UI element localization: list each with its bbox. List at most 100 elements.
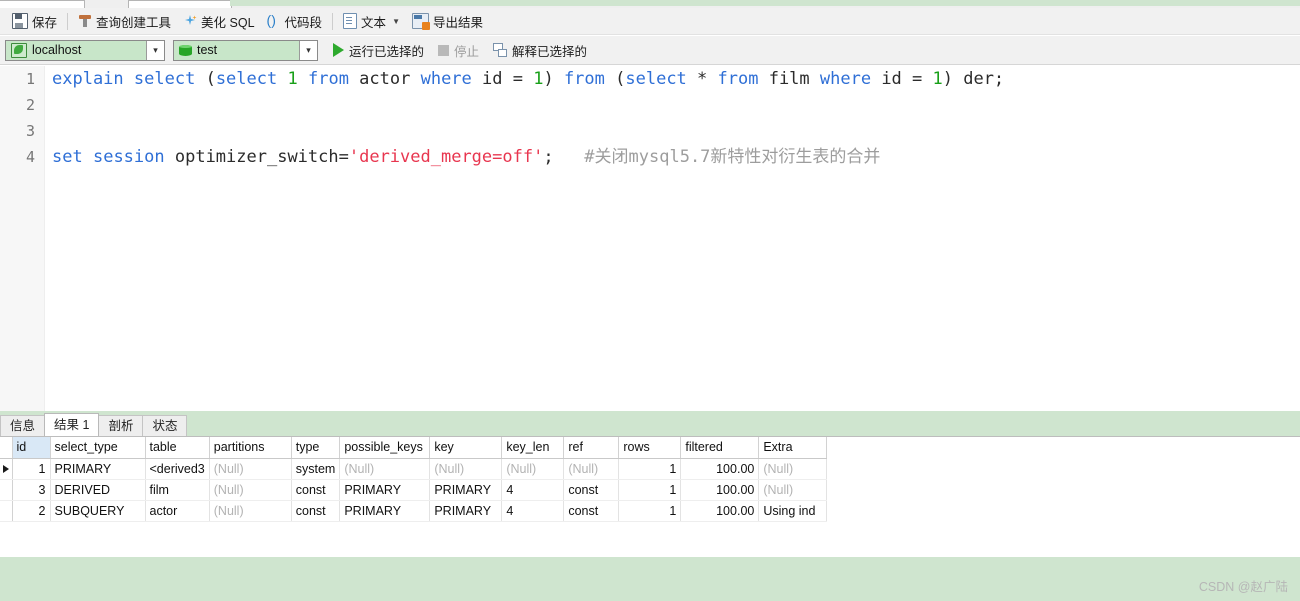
cell-select_type[interactable]: SUBQUERY: [50, 500, 146, 522]
stop-button[interactable]: 停止: [431, 39, 486, 61]
cell-id[interactable]: 3: [12, 479, 51, 501]
cell-ref[interactable]: const: [563, 500, 620, 522]
column-header-key_len[interactable]: key_len: [501, 437, 565, 459]
host-select-chevron-down-icon[interactable]: ▾: [146, 40, 164, 60]
code-token: from: [307, 69, 349, 89]
table-row[interactable]: 2 SUBQUERY actor (Null) const PRIMARY PRIMARY 4…: [0, 500, 828, 522]
results-tab-3[interactable]: 剖析: [98, 415, 144, 436]
cell-ref[interactable]: const: [563, 479, 620, 501]
chevron-down-icon[interactable]: ▼: [392, 17, 400, 26]
database-select[interactable]: test ▾: [173, 39, 318, 61]
cell-partitions[interactable]: (Null): [209, 458, 292, 480]
export-result-button[interactable]: 导出结果: [406, 10, 489, 32]
run-selected-button[interactable]: 运行已选择的: [326, 39, 431, 61]
cell-Extra[interactable]: Using ind: [758, 500, 828, 522]
editor-line[interactable]: [44, 118, 1300, 144]
cell-type[interactable]: const: [291, 500, 341, 522]
code-token: from: [717, 69, 759, 89]
column-header-possible_keys[interactable]: possible_keys: [339, 437, 431, 459]
cell-select_type[interactable]: PRIMARY: [50, 458, 146, 480]
cell-id[interactable]: 1: [12, 458, 51, 480]
row-marker-header: [0, 437, 13, 459]
code-snippet-label: 代码段: [284, 15, 323, 30]
toolbar-separator-2: [332, 12, 334, 30]
code-token: 1: [533, 69, 544, 89]
cell-Extra[interactable]: (Null): [758, 458, 828, 480]
save-button[interactable]: 保存: [6, 10, 63, 32]
cell-table[interactable]: <derived3: [145, 458, 210, 480]
cell-filtered[interactable]: 100.00: [680, 458, 760, 480]
column-header-id[interactable]: id: [12, 437, 51, 459]
export-result-label: 导出结果: [432, 15, 483, 30]
cell-rows[interactable]: 1: [618, 479, 682, 501]
column-header-table[interactable]: table: [145, 437, 210, 459]
database-icon: [179, 44, 192, 57]
column-header-partitions[interactable]: partitions: [209, 437, 292, 459]
save-button-label: 保存: [32, 15, 58, 30]
results-tab-1[interactable]: 信息: [0, 415, 46, 436]
row-marker[interactable]: [0, 500, 13, 522]
table-row[interactable]: 1 PRIMARY <derived3 (Null) system (Null) (Null…: [0, 458, 828, 480]
editor-line[interactable]: explain select (select 1 from actor wher…: [44, 66, 1300, 92]
cell-table[interactable]: actor: [145, 500, 210, 522]
column-header-select_type[interactable]: select_type: [50, 437, 146, 459]
code-snippet-button[interactable]: () 代码段: [261, 10, 329, 32]
editor-code-area[interactable]: explain select (select 1 from actor wher…: [44, 66, 1300, 411]
code-token: ) der;: [942, 69, 1005, 89]
cell-partitions[interactable]: (Null): [209, 479, 292, 501]
row-marker[interactable]: [0, 479, 13, 501]
text-mode-button[interactable]: 文本 ▼: [337, 10, 406, 32]
editor-line[interactable]: [44, 92, 1300, 118]
results-tab-4[interactable]: 状态: [142, 415, 188, 436]
cell-ref[interactable]: (Null): [563, 458, 620, 480]
editor-line[interactable]: set session optimizer_switch='derived_me…: [44, 144, 1300, 170]
code-token: (: [604, 69, 626, 89]
code-token: where: [420, 69, 472, 89]
cell-rows[interactable]: 1: [618, 500, 682, 522]
cell-key[interactable]: (Null): [429, 458, 503, 480]
cell-select_type[interactable]: DERIVED: [50, 479, 146, 501]
beautify-sql-button[interactable]: 美化 SQL: [177, 10, 261, 32]
results-grid[interactable]: id select_type table partitions type possible…: [0, 436, 1300, 557]
cell-table[interactable]: film: [145, 479, 210, 501]
database-select-chevron-down-icon[interactable]: ▾: [299, 40, 317, 60]
cell-key[interactable]: PRIMARY: [429, 500, 503, 522]
editor-tab-remnant-1[interactable]: [0, 0, 85, 8]
cell-key_len[interactable]: (Null): [501, 458, 565, 480]
code-token: actor: [348, 69, 421, 89]
column-header-rows[interactable]: rows: [618, 437, 682, 459]
column-header-filtered[interactable]: filtered: [680, 437, 760, 459]
cell-filtered[interactable]: 100.00: [680, 500, 760, 522]
code-token: ;: [543, 147, 554, 167]
cell-key[interactable]: PRIMARY: [429, 479, 503, 501]
cell-key_len[interactable]: 4: [501, 500, 565, 522]
line-number: 3: [25, 122, 35, 140]
cell-possible_keys[interactable]: (Null): [339, 458, 431, 480]
row-marker[interactable]: [0, 458, 13, 480]
cell-key_len[interactable]: 4: [501, 479, 565, 501]
cell-Extra[interactable]: (Null): [758, 479, 828, 501]
cell-id[interactable]: 2: [12, 500, 51, 522]
table-row[interactable]: 3 DERIVED film (Null) const PRIMARY PRIMARY 4 co…: [0, 479, 828, 501]
cell-filtered[interactable]: 100.00: [680, 479, 760, 501]
cell-rows[interactable]: 1: [618, 458, 682, 480]
column-header-Extra[interactable]: Extra: [758, 437, 828, 459]
sql-editor[interactable]: 1 2 3 4 explain select (select 1 from ac…: [0, 66, 1300, 411]
column-header-type[interactable]: type: [291, 437, 341, 459]
database-select-value: test: [197, 43, 218, 57]
cell-possible_keys[interactable]: PRIMARY: [339, 500, 431, 522]
cell-possible_keys[interactable]: PRIMARY: [339, 479, 431, 501]
query-builder-button[interactable]: 查询创建工具: [72, 10, 177, 32]
results-pane: 信息 结果 1 剖析 状态 id select_type table partitions t…: [0, 411, 1300, 601]
cell-type[interactable]: const: [291, 479, 341, 501]
column-header-ref[interactable]: ref: [563, 437, 620, 459]
column-header-key[interactable]: key: [429, 437, 503, 459]
explain-selected-button[interactable]: 解释已选择的: [486, 39, 594, 61]
results-tab-2[interactable]: 结果 1: [44, 413, 100, 436]
editor-tab-remnant-2[interactable]: [128, 0, 232, 8]
host-select[interactable]: localhost ▾: [5, 39, 165, 61]
host-icon: [11, 42, 27, 58]
cell-type[interactable]: system: [291, 458, 341, 480]
cell-partitions[interactable]: (Null): [209, 500, 292, 522]
